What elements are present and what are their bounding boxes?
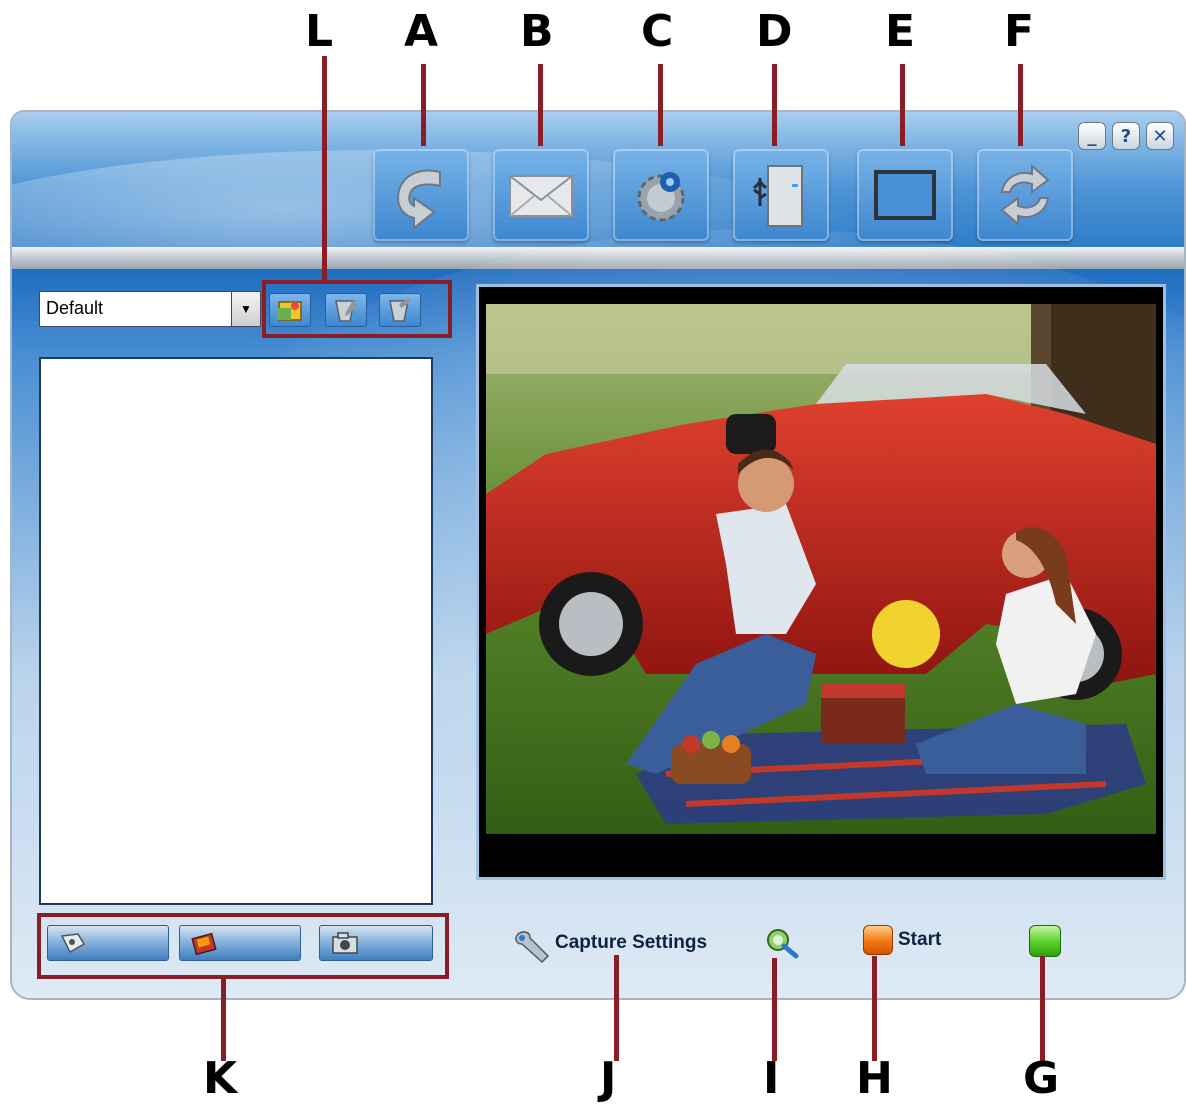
zoom-button[interactable] — [764, 926, 800, 960]
callout-line-G — [1040, 956, 1045, 1061]
callout-A: A — [404, 6, 439, 57]
display-mode-button[interactable] — [857, 149, 953, 241]
callout-box-K — [37, 913, 449, 979]
callout-line-H — [872, 956, 877, 1061]
callout-K: K — [203, 1053, 238, 1104]
preview-panel — [476, 284, 1166, 880]
callout-line-K — [221, 979, 226, 1061]
callout-D: D — [756, 6, 793, 57]
envelope-icon — [509, 175, 573, 217]
callout-line-L — [322, 56, 327, 282]
callout-I: I — [763, 1053, 780, 1104]
callout-B: B — [520, 6, 554, 57]
rotate-button[interactable] — [373, 149, 469, 241]
callout-line-C — [658, 64, 663, 146]
app-window: _ ? ✕ Default ▼ Capture Settings Start — [10, 110, 1186, 1000]
window-frame-icon — [874, 170, 936, 220]
callout-line-A — [421, 64, 426, 146]
callout-line-E — [900, 64, 905, 146]
callout-F: F — [1004, 6, 1035, 57]
callout-L: L — [305, 6, 334, 57]
callout-line-B — [538, 64, 543, 146]
start-label: Start — [898, 929, 942, 950]
capture-settings-label: Capture Settings — [555, 932, 708, 953]
callout-line-J — [614, 955, 619, 1061]
callout-box-L — [262, 280, 452, 338]
photo-preview — [486, 304, 1156, 860]
refresh-button[interactable] — [977, 149, 1073, 241]
callout-E: E — [885, 6, 916, 57]
close-button[interactable]: ✕ — [1146, 122, 1174, 150]
usb-device-button[interactable] — [733, 149, 829, 241]
refresh-arrows-icon — [1000, 163, 1050, 227]
start-record-icon — [863, 925, 893, 955]
callout-line-F — [1018, 64, 1023, 146]
minimize-button[interactable]: _ — [1078, 122, 1106, 150]
settings-button[interactable] — [613, 149, 709, 241]
green-status-icon[interactable] — [1029, 925, 1061, 957]
zoom-icon — [767, 929, 799, 959]
wrench-icon — [515, 931, 550, 964]
profile-dropdown[interactable]: Default ▼ — [39, 291, 261, 327]
callout-C: C — [641, 6, 674, 57]
callout-line-I — [772, 958, 777, 1061]
callout-line-D — [772, 64, 777, 146]
callout-J: J — [600, 1053, 617, 1104]
callout-G: G — [1023, 1053, 1060, 1104]
rotate-arrow-icon — [396, 169, 441, 231]
email-button[interactable] — [493, 149, 589, 241]
help-button[interactable]: ? — [1112, 122, 1140, 150]
chevron-down-icon[interactable]: ▼ — [231, 292, 260, 326]
thumbnail-list[interactable] — [39, 357, 433, 905]
usb-computer-icon — [752, 165, 803, 227]
gear-icon — [637, 172, 685, 222]
callout-H: H — [856, 1053, 893, 1104]
profile-dropdown-value: Default — [46, 298, 104, 318]
